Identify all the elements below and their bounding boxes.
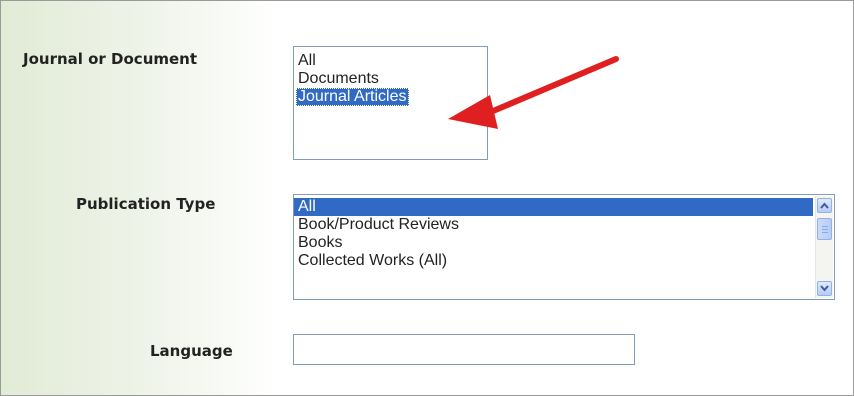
publication-type-label: Publication Type: [76, 195, 216, 213]
scroll-thumb[interactable]: [817, 218, 832, 240]
publication-type-scrollbar[interactable]: [815, 196, 833, 298]
pubtype-option-all[interactable]: All: [294, 198, 813, 216]
pubtype-option-book-product-reviews[interactable]: Book/Product Reviews: [294, 216, 815, 234]
thumb-grip: [822, 226, 828, 227]
pubtype-option-books[interactable]: Books: [294, 234, 815, 252]
search-form-panel: Journal or Document All Documents Journa…: [0, 0, 854, 396]
publication-type-listbox[interactable]: All Book/Product Reviews Books Collected…: [293, 194, 835, 300]
language-input[interactable]: [293, 334, 635, 365]
red-arrow-icon: [448, 56, 619, 129]
pubtype-option-collected-works[interactable]: Collected Works (All): [294, 252, 815, 270]
chevron-down-icon: [820, 285, 829, 292]
thumb-grip: [822, 232, 828, 233]
journal-or-document-label: Journal or Document: [23, 50, 198, 68]
language-label: Language: [150, 342, 233, 360]
scroll-up-button[interactable]: [817, 198, 832, 213]
thumb-grip: [822, 229, 828, 230]
journal-option-journal-articles-text: Journal Articles: [296, 88, 409, 106]
language-input-value: [294, 335, 634, 364]
chevron-up-icon: [820, 202, 829, 209]
scroll-down-button[interactable]: [817, 281, 832, 296]
